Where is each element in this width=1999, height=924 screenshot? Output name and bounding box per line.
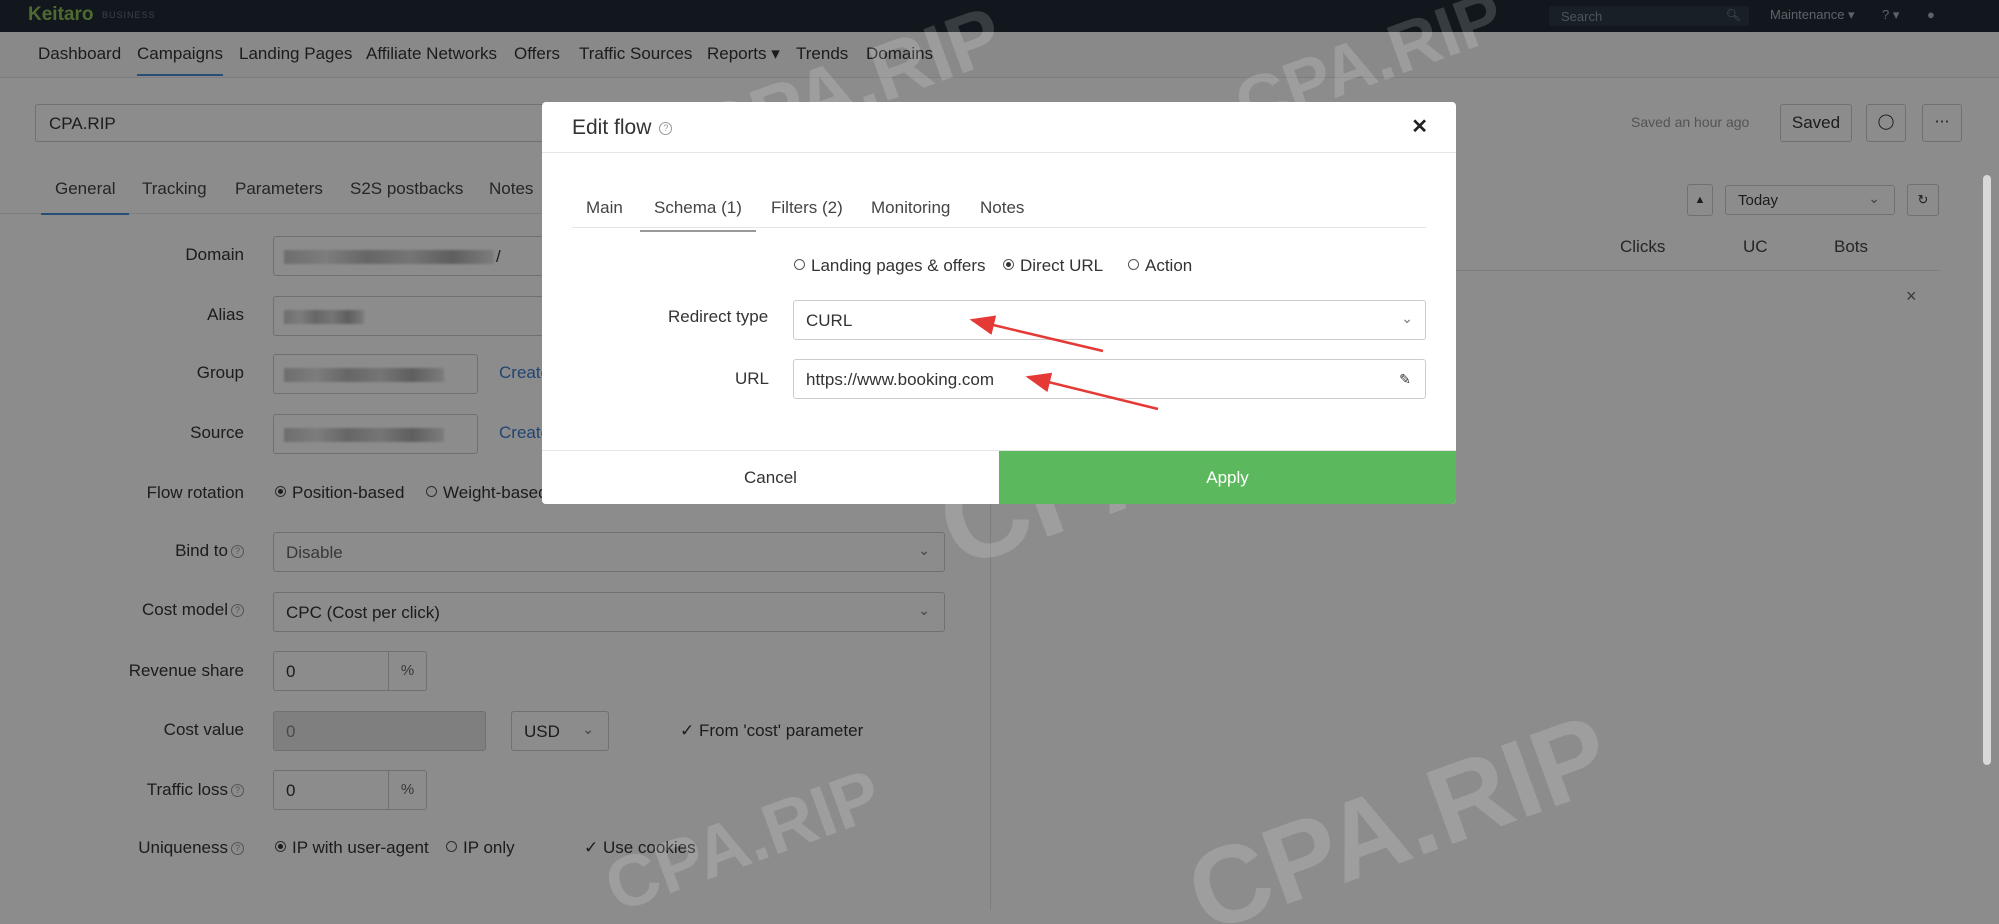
annotation-arrows — [969, 315, 1159, 411]
arrow-redirect-type — [969, 315, 1104, 353]
arrow-url — [1025, 372, 1159, 411]
scrollbar[interactable] — [1983, 175, 1991, 765]
